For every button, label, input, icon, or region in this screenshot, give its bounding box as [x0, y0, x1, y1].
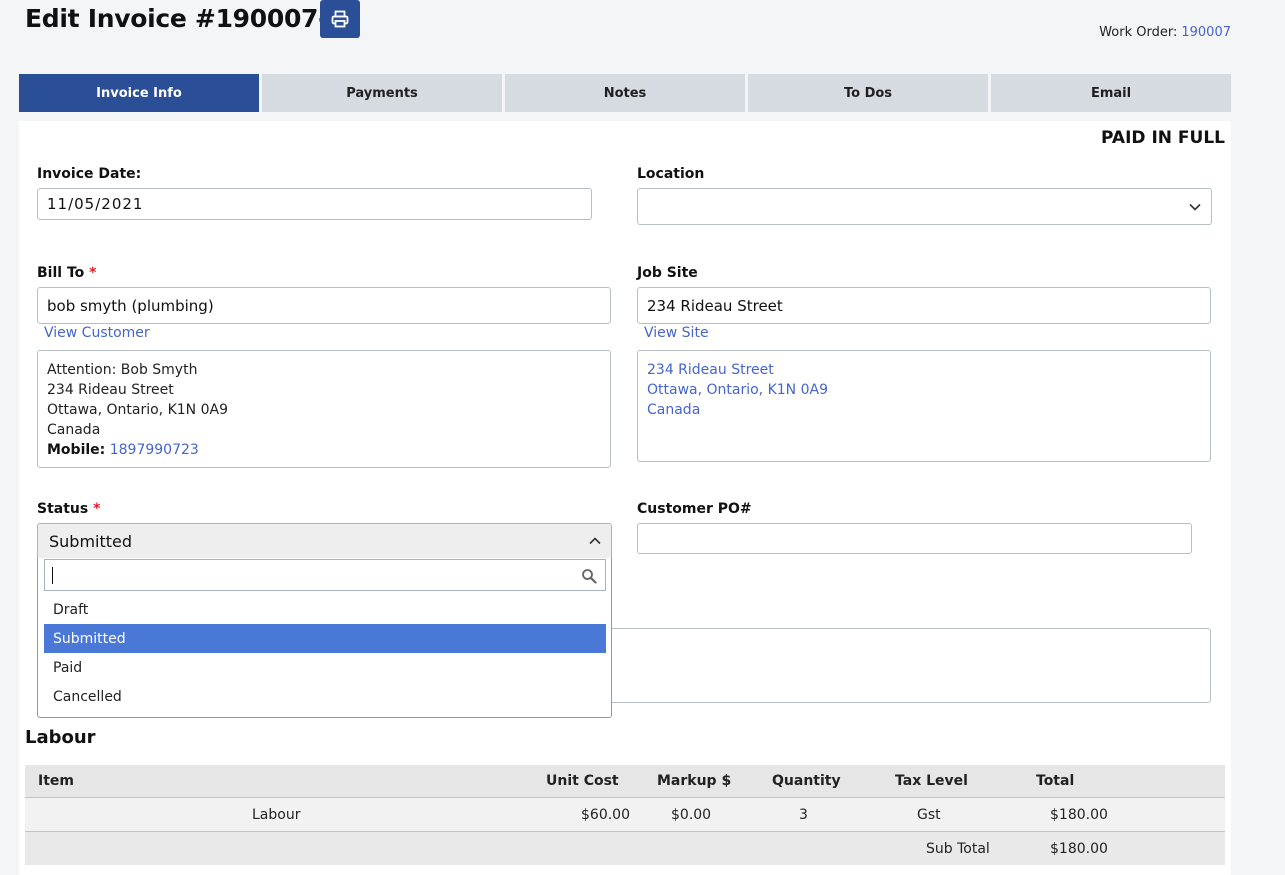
work-order-label: Work Order:	[1099, 25, 1178, 40]
bill-to-label: Bill To *	[37, 265, 96, 281]
status-search-input[interactable]	[44, 559, 606, 591]
location-label: Location	[637, 166, 705, 182]
col-markup: Markup $	[657, 773, 732, 789]
subtotal-label: Sub Total	[926, 840, 990, 857]
job-site-street: 234 Rideau Street	[647, 362, 774, 378]
required-marker: *	[93, 501, 101, 517]
view-customer-link[interactable]: View Customer	[44, 325, 150, 341]
row-unit-cost: $60.00	[581, 806, 630, 823]
tab-payments[interactable]: Payments	[262, 74, 502, 112]
status-option-draft[interactable]: Draft	[44, 595, 606, 624]
job-site-country: Canada	[647, 402, 701, 418]
required-marker: *	[89, 265, 97, 281]
work-order: Work Order: 190007	[1099, 25, 1231, 40]
mobile-label: Mobile:	[47, 442, 106, 458]
status-option-submitted[interactable]: Submitted	[44, 624, 606, 653]
status-label: Status *	[37, 501, 100, 517]
invoice-panel	[19, 121, 1231, 875]
notes-textarea[interactable]	[600, 628, 1211, 703]
col-tax-level: Tax Level	[895, 773, 968, 789]
bill-to-attention: Attention: Bob Smyth	[47, 362, 198, 378]
col-unit-cost: Unit Cost	[546, 773, 619, 789]
bill-to-label-text: Bill To	[37, 265, 85, 281]
subtotal-value: $180.00	[1050, 840, 1108, 857]
bill-to-input[interactable]: bob smyth (plumbing)	[37, 287, 611, 324]
job-site-city: Ottawa, Ontario, K1N 0A9	[647, 382, 828, 398]
col-total: Total	[1036, 773, 1075, 789]
bill-to-country: Canada	[47, 422, 101, 438]
job-site-address-box[interactable]: 234 Rideau Street Ottawa, Ontario, K1N 0…	[637, 350, 1211, 462]
status-option-cancelled[interactable]: Cancelled	[44, 682, 606, 711]
location-select[interactable]	[637, 188, 1212, 225]
bill-to-mobile: Mobile: 1897990723	[47, 440, 601, 460]
invoice-date-label: Invoice Date:	[37, 166, 142, 182]
col-quantity: Quantity	[772, 773, 841, 789]
page-title: Edit Invoice #190007-2	[25, 4, 346, 33]
job-site-input[interactable]: 234 Rideau Street	[637, 287, 1211, 324]
tab-invoice-info[interactable]: Invoice Info	[19, 74, 259, 112]
tab-bar: Invoice Info Payments Notes To Dos Email	[19, 74, 1231, 112]
status-option-paid[interactable]: Paid	[44, 653, 606, 682]
customer-po-input[interactable]	[637, 523, 1192, 554]
labour-table: Item Unit Cost Markup $ Quantity Tax Lev…	[25, 765, 1225, 865]
bill-to-city: Ottawa, Ontario, K1N 0A9	[47, 402, 228, 418]
labour-table-header: Item Unit Cost Markup $ Quantity Tax Lev…	[25, 765, 1225, 798]
row-item: Labour	[252, 806, 301, 823]
tab-to-dos[interactable]: To Dos	[748, 74, 988, 112]
view-site-link[interactable]: View Site	[644, 325, 709, 341]
mobile-phone-link[interactable]: 1897990723	[110, 442, 199, 458]
invoice-date-input[interactable]: 11/05/2021	[37, 188, 592, 220]
search-icon	[582, 569, 597, 584]
row-tax-level: Gst	[917, 806, 941, 823]
chevron-up-icon	[589, 537, 601, 545]
tab-email[interactable]: Email	[991, 74, 1231, 112]
row-quantity: 3	[799, 806, 808, 823]
chevron-down-icon	[1189, 203, 1201, 211]
subtotal-row: Sub Total $180.00	[25, 832, 1225, 865]
print-button[interactable]	[320, 0, 360, 38]
status-label-text: Status	[37, 501, 89, 517]
status-dropdown: Draft Submitted Paid Cancelled	[37, 558, 612, 718]
status-selected-value: Submitted	[49, 531, 133, 551]
printer-icon	[331, 10, 349, 28]
text-cursor	[52, 567, 53, 584]
paid-status-banner: PAID IN FULL	[1101, 128, 1225, 148]
table-row[interactable]: Labour $60.00 $0.00 3 Gst $180.00	[25, 798, 1225, 832]
bill-to-street: 234 Rideau Street	[47, 382, 174, 398]
job-site-label: Job Site	[637, 265, 698, 281]
work-order-link[interactable]: 190007	[1181, 25, 1231, 40]
bill-to-address-box: Attention: Bob Smyth 234 Rideau Street O…	[37, 350, 611, 468]
labour-heading: Labour	[25, 727, 96, 748]
row-markup: $0.00	[671, 806, 712, 823]
col-item: Item	[38, 773, 74, 789]
status-select[interactable]: Submitted	[37, 523, 612, 559]
row-total: $180.00	[1050, 806, 1108, 823]
customer-po-label: Customer PO#	[637, 501, 752, 517]
tab-notes[interactable]: Notes	[505, 74, 745, 112]
